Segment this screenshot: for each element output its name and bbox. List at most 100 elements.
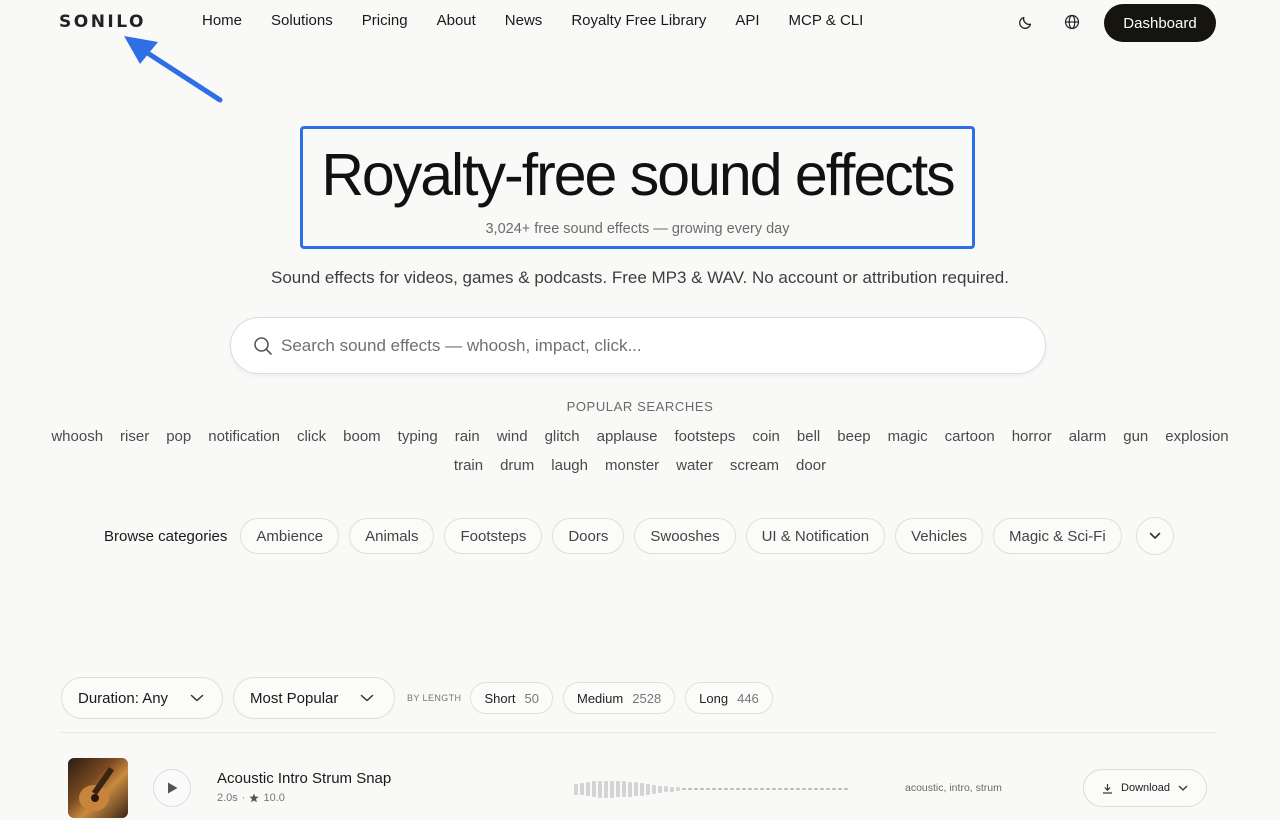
download-icon — [1103, 783, 1113, 794]
popular-tag[interactable]: explosion — [1165, 428, 1228, 446]
track-waveform[interactable] — [574, 779, 848, 799]
category-chip-vehicles[interactable]: Vehicles — [895, 518, 983, 554]
category-chip-doors[interactable]: Doors — [552, 518, 625, 554]
popular-tag[interactable]: pop — [166, 428, 191, 446]
globe-icon[interactable] — [1062, 12, 1082, 32]
waveform-bar — [838, 788, 842, 790]
popular-tag[interactable]: scream — [730, 457, 779, 475]
waveform-bar — [688, 788, 692, 790]
waveform-bar — [724, 788, 728, 790]
waveform-bar — [808, 788, 812, 790]
waveform-bar — [580, 783, 584, 795]
popular-tag[interactable]: click — [297, 428, 326, 446]
nav-news[interactable]: News — [505, 12, 543, 29]
popular-tag[interactable]: magic — [888, 428, 928, 446]
nav-pricing[interactable]: Pricing — [362, 12, 408, 29]
nav-home[interactable]: Home — [202, 12, 242, 29]
list-divider — [61, 732, 1216, 733]
waveform-bar — [790, 788, 794, 790]
hero-tagline: Sound effects for videos, games & podcas… — [271, 268, 1009, 287]
search-icon — [253, 336, 273, 361]
popular-tag[interactable]: footsteps — [675, 428, 736, 446]
nav-solutions[interactable]: Solutions — [271, 12, 333, 29]
hero-subtitle: 3,024+ free sound effects — growing ever… — [485, 221, 790, 237]
waveform-bar — [586, 782, 590, 796]
waveform-bar — [574, 783, 578, 795]
waveform-bar — [694, 788, 698, 790]
popular-tag[interactable]: water — [676, 457, 713, 475]
annotation-arrow-icon — [124, 36, 223, 103]
hero-highlight-box: Royalty-free sound effects 3,024+ free s… — [300, 126, 975, 249]
site-logo[interactable]: SONILO — [59, 12, 146, 32]
moon-icon[interactable] — [1016, 12, 1036, 32]
chevron-down-icon — [361, 694, 374, 702]
download-label: Download — [1121, 782, 1170, 794]
popular-tag[interactable]: drum — [500, 457, 534, 475]
popular-tag[interactable]: monster — [605, 457, 659, 475]
popular-tag[interactable]: horror — [1012, 428, 1052, 446]
duration-dropdown[interactable]: Duration: Any — [61, 677, 223, 719]
category-chip-magic-scifi[interactable]: Magic & Sci-Fi — [993, 518, 1122, 554]
length-chip-count: 446 — [737, 690, 759, 706]
popular-tag[interactable]: boom — [343, 428, 381, 446]
chevron-down-icon — [190, 694, 204, 702]
waveform-bar — [748, 788, 752, 790]
popular-tag[interactable]: coin — [752, 428, 780, 446]
popular-tag[interactable]: rain — [455, 428, 480, 446]
popular-tag[interactable]: wind — [497, 428, 528, 446]
length-chip-label: Short — [484, 690, 516, 706]
waveform-bar — [778, 788, 782, 790]
waveform-bar — [664, 786, 668, 792]
track-title[interactable]: Acoustic Intro Strum Snap — [217, 770, 391, 787]
category-chip-ui-notification[interactable]: UI & Notification — [745, 518, 886, 554]
waveform-bar — [592, 781, 596, 797]
more-categories-button[interactable] — [1135, 517, 1174, 555]
search-input[interactable] — [281, 326, 1021, 366]
waveform-bar — [682, 788, 686, 790]
waveform-bar — [706, 788, 710, 790]
waveform-bar — [658, 785, 662, 793]
nav-mcp-cli[interactable]: MCP & CLI — [789, 12, 864, 29]
nav-api[interactable]: API — [735, 12, 759, 29]
category-chip-animals[interactable]: Animals — [349, 518, 435, 554]
length-chip-count: 50 — [524, 690, 539, 706]
popular-tag[interactable]: whoosh — [51, 428, 103, 446]
waveform-bar — [814, 788, 818, 790]
popular-tag[interactable]: riser — [120, 428, 149, 446]
length-chip-short[interactable]: Short 50 — [470, 682, 553, 714]
play-button[interactable] — [153, 769, 191, 807]
popular-tag[interactable]: door — [796, 457, 826, 475]
length-chip-medium[interactable]: Medium 2528 — [563, 682, 676, 714]
sort-dropdown[interactable]: Most Popular — [233, 677, 395, 719]
category-chip-footsteps[interactable]: Footsteps — [444, 518, 543, 554]
chevron-down-icon — [1149, 532, 1160, 539]
search-box[interactable] — [230, 317, 1046, 374]
waveform-bar — [766, 788, 770, 790]
popular-tag[interactable]: laugh — [551, 457, 588, 475]
popular-tag[interactable]: cartoon — [945, 428, 995, 446]
category-chip-ambience[interactable]: Ambience — [240, 518, 340, 554]
nav-about[interactable]: About — [437, 12, 476, 29]
category-row: Browse categories Ambience Animals Foots… — [104, 517, 1174, 555]
popular-tag[interactable]: notification — [208, 428, 280, 446]
download-button[interactable]: Download — [1083, 769, 1207, 807]
popular-tag[interactable]: gun — [1123, 428, 1148, 446]
popular-tag[interactable]: glitch — [545, 428, 580, 446]
popular-searches-label: POPULAR SEARCHES — [566, 399, 714, 414]
popular-tag[interactable]: beep — [837, 428, 870, 446]
sort-dropdown-label: Most Popular — [250, 689, 339, 707]
popular-tag[interactable]: train — [454, 457, 483, 475]
dashboard-button[interactable]: Dashboard — [1104, 4, 1216, 42]
category-chip-swooshes[interactable]: Swooshes — [634, 518, 736, 554]
length-chip-long[interactable]: Long 446 — [685, 682, 773, 714]
waveform-bar — [628, 781, 632, 797]
nav-royalty-free-library[interactable]: Royalty Free Library — [571, 12, 706, 29]
waveform-bar — [802, 788, 806, 790]
popular-tag[interactable]: typing — [398, 428, 438, 446]
popular-tag[interactable]: alarm — [1069, 428, 1107, 446]
waveform-bar — [712, 788, 716, 790]
popular-tag[interactable]: applause — [597, 428, 658, 446]
popular-tag[interactable]: bell — [797, 428, 820, 446]
waveform-bar — [832, 788, 836, 790]
waveform-bar — [700, 788, 704, 790]
